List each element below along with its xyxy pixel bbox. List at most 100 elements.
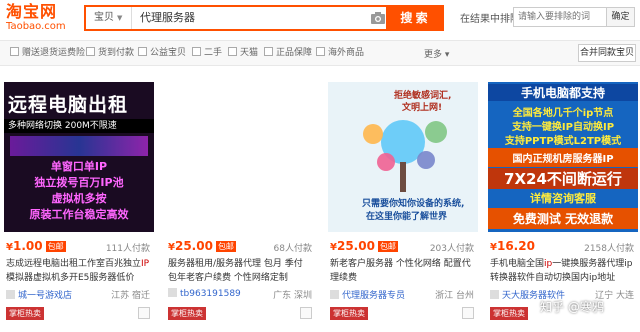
title-text: 手机电脑全国 bbox=[490, 259, 545, 269]
shop-link[interactable]: 城一号游戏店 bbox=[6, 288, 72, 301]
img-text: 只需要你知你设备的系统, bbox=[362, 199, 465, 209]
wangwang-icon[interactable] bbox=[462, 307, 474, 319]
filter-label: 公益宝贝 bbox=[150, 48, 187, 58]
title-text: 服务器租用/服务器代理 包月 季付 包年老客户续费 个性网络定制 bbox=[168, 259, 303, 283]
taobao-logo[interactable]: 淘宝网 Taobao.com bbox=[6, 3, 82, 33]
hot-sale-badge: 掌柜热卖 bbox=[330, 307, 368, 320]
product-card[interactable]: ¥25.00 包邮 68人付款 服务器租用/服务器代理 包月 季付 包年老客户续费… bbox=[166, 82, 316, 327]
checkbox[interactable] bbox=[316, 47, 325, 56]
img-text: 手机电脑都支持 bbox=[488, 84, 638, 101]
free-shipping-tag: 包邮 bbox=[215, 241, 236, 252]
logo-cn: 淘宝网 bbox=[6, 2, 58, 21]
camera-icon[interactable] bbox=[370, 11, 386, 25]
title-highlight: IP bbox=[141, 259, 150, 269]
search-input[interactable] bbox=[136, 7, 396, 29]
product-image[interactable]: 远程电脑出租 多种网络切换 200M不限速 单窗口单IP 独立拨号百万IP池 虚… bbox=[4, 82, 154, 232]
product-title[interactable]: 服务器租用/服务器代理 包月 季付 包年老客户续费 个性网络定制 bbox=[168, 257, 314, 285]
tree-illustration bbox=[363, 120, 447, 192]
hot-sale-badge: 掌柜热卖 bbox=[6, 307, 44, 320]
product-image[interactable] bbox=[166, 82, 316, 232]
search-category-select[interactable]: 宝贝 ▼ bbox=[86, 7, 132, 29]
header: 淘宝网 Taobao.com 宝贝▼ 搜 索 在结果中排除 确定 bbox=[0, 0, 640, 36]
filter-label: 赠送退货运费险 bbox=[22, 48, 86, 58]
shop-link[interactable]: 代理服务器专员 bbox=[330, 288, 405, 301]
exclude-confirm-button[interactable]: 确定 bbox=[607, 7, 635, 27]
product-image[interactable]: 拒绝敏感词汇, 文明上网! 只需要你知你设备的系统, 在这里你能了解世界 bbox=[328, 82, 478, 232]
price-value: 16.20 bbox=[496, 239, 535, 253]
filter-cod[interactable]: 货到付款 bbox=[86, 47, 134, 59]
exclude-input[interactable] bbox=[513, 7, 607, 27]
img-text: 独立拨号百万IP池 bbox=[34, 176, 124, 189]
product-card[interactable]: 远程电脑出租 多种网络切换 200M不限速 单窗口单IP 独立拨号百万IP池 虚… bbox=[4, 82, 154, 327]
checkbox[interactable] bbox=[192, 47, 201, 56]
product-card[interactable]: 拒绝敏感词汇, 文明上网! 只需要你知你设备的系统, 在这里你能了解世界 ¥25… bbox=[328, 82, 478, 327]
wangwang-icon[interactable] bbox=[300, 307, 312, 319]
app-icons-strip bbox=[10, 136, 148, 156]
filter-secondhand[interactable]: 二手 bbox=[192, 47, 222, 59]
filter-label: 二手 bbox=[204, 48, 223, 58]
payment-count: 68人付款 bbox=[273, 244, 312, 254]
search-button[interactable]: 搜 索 bbox=[386, 7, 442, 29]
filter-freight-insurance[interactable]: 赠送退货运费险 bbox=[10, 47, 85, 59]
exclude-label: 在结果中排除 bbox=[460, 14, 520, 25]
img-text: 多种网络切换 200M不限速 bbox=[4, 119, 154, 133]
wangwang-icon[interactable] bbox=[138, 307, 150, 319]
checkbox[interactable] bbox=[86, 47, 95, 56]
shop-link[interactable]: tb963191589 bbox=[168, 288, 241, 299]
img-text: 全国各地几千个ip节点 bbox=[512, 108, 614, 119]
location: 浙江 台州 bbox=[435, 291, 474, 301]
img-text: 支持PPTP模式L2TP模式 bbox=[504, 136, 622, 147]
img-text: 单窗口单IP bbox=[50, 160, 108, 173]
price-value: 1.00 bbox=[12, 239, 43, 253]
location: 广东 深圳 bbox=[273, 291, 312, 301]
logo-en: Taobao.com bbox=[6, 21, 66, 32]
filter-label: 正品保障 bbox=[276, 48, 313, 58]
price: ¥16.20 bbox=[490, 239, 535, 253]
shop-icon bbox=[168, 288, 177, 297]
filter-charity[interactable]: 公益宝贝 bbox=[138, 47, 186, 59]
search-category-label: 宝贝 bbox=[94, 12, 114, 23]
chevron-down-icon: ▾ bbox=[444, 50, 450, 60]
product-card[interactable]: 手机电脑都支持 全国各地几千个ip节点 支持一键换IP自动换IP 支持PPTP模… bbox=[488, 82, 638, 327]
merge-same-items-button[interactable]: 合并同款宝贝 bbox=[578, 44, 636, 62]
checkbox[interactable] bbox=[264, 47, 273, 56]
checkbox[interactable] bbox=[228, 47, 237, 56]
more-filters-button[interactable]: 更多 ▾ bbox=[424, 47, 449, 60]
img-text: 详情咨询客服 bbox=[530, 192, 596, 205]
more-label: 更多 bbox=[424, 50, 443, 60]
shop-icon bbox=[330, 290, 339, 299]
location: 江苏 宿迁 bbox=[111, 291, 150, 301]
filter-overseas[interactable]: 海外商品 bbox=[316, 47, 364, 59]
price-value: 25.00 bbox=[336, 239, 375, 253]
filter-bar: 赠送退货运费险 货到付款 公益宝贝 二手 天猫 正品保障 海外商品 更多 ▾ 合… bbox=[0, 40, 640, 66]
price: ¥25.00 包邮 bbox=[168, 239, 236, 253]
filter-label: 货到付款 bbox=[98, 48, 135, 58]
checkbox[interactable] bbox=[138, 47, 147, 56]
img-text: 国内正规机房服务器IP bbox=[488, 148, 638, 167]
img-text: 免费测试 无效退款 bbox=[488, 208, 638, 229]
chevron-down-icon: ▼ bbox=[117, 14, 123, 22]
img-text: 7X24不间断运行 bbox=[488, 168, 638, 189]
price: ¥1.00 包邮 bbox=[6, 239, 66, 253]
product-title[interactable]: 志成远程电脑出租工作室百兆独立IP 模拟器虚拟机多开E5服务器低价 bbox=[6, 257, 152, 285]
img-text: 支持一键换IP自动换IP bbox=[511, 122, 615, 133]
img-text: 虚拟机多按 bbox=[51, 192, 107, 205]
shop-name: 城一号游戏店 bbox=[18, 291, 73, 301]
product-title[interactable]: 新老客户服务器 个性化网络 配置代理续费 bbox=[330, 257, 476, 285]
img-text: 在这里你能了解世界 bbox=[366, 212, 448, 222]
shop-name: 代理服务器专员 bbox=[342, 291, 406, 301]
payment-count: 203人付款 bbox=[429, 244, 474, 254]
filter-label: 海外商品 bbox=[328, 48, 365, 58]
title-text: 模拟器虚拟机多开E5服务器低价 bbox=[6, 273, 135, 283]
search-box: 宝贝▼ 搜 索 bbox=[84, 5, 444, 31]
filter-tmall[interactable]: 天猫 bbox=[228, 47, 258, 59]
title-text: 志成远程电脑出租工作室百兆独立 bbox=[6, 259, 142, 269]
checkbox[interactable] bbox=[10, 47, 19, 56]
filter-genuine[interactable]: 正品保障 bbox=[264, 47, 312, 59]
hot-sale-badge: 掌柜热卖 bbox=[168, 307, 206, 320]
free-shipping-tag: 包邮 bbox=[45, 241, 66, 252]
img-text: 远程电脑出租 bbox=[8, 94, 129, 116]
product-image[interactable]: 手机电脑都支持 全国各地几千个ip节点 支持一键换IP自动换IP 支持PPTP模… bbox=[488, 82, 638, 232]
img-text: 原装工作台稳定高效 bbox=[29, 208, 129, 221]
product-title[interactable]: 手机电脑全国ip一键换服务器代理ip转换器软件自动切换国内ip地址 bbox=[490, 257, 636, 285]
